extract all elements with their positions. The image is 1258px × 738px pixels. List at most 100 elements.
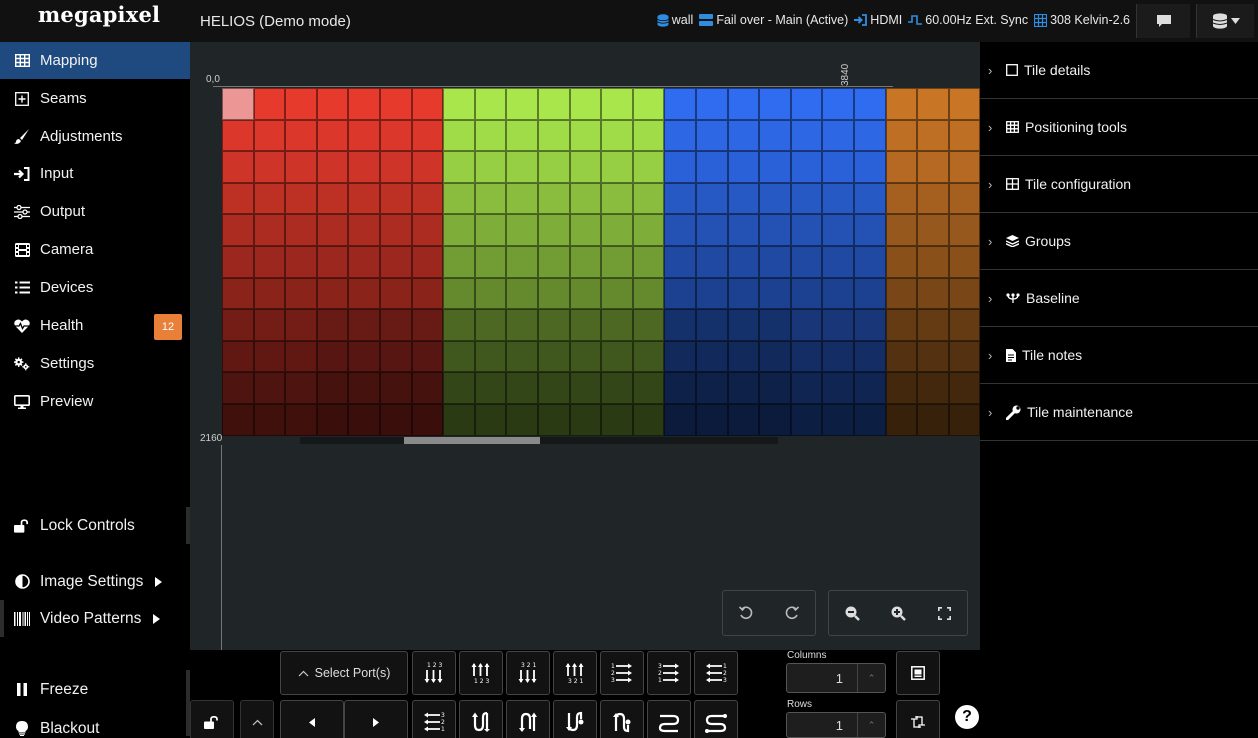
sidebar-item-mapping[interactable]: Mapping [0, 42, 190, 79]
redo-button[interactable] [769, 591, 815, 635]
sidebar-item-devices[interactable]: Devices [0, 269, 190, 306]
led-tile[interactable] [380, 277, 412, 310]
led-tile[interactable] [632, 119, 665, 152]
led-tile[interactable] [443, 372, 475, 404]
led-tile[interactable] [348, 214, 380, 246]
led-tile[interactable] [948, 214, 980, 246]
led-tile[interactable] [822, 151, 854, 183]
led-tile[interactable] [664, 404, 696, 436]
led-tile[interactable] [696, 119, 728, 152]
led-tile[interactable] [948, 277, 980, 310]
led-tile[interactable] [253, 340, 286, 373]
video-patterns-menu[interactable]: Video Patterns [0, 600, 190, 637]
led-tile[interactable] [727, 277, 760, 310]
led-tile[interactable] [285, 372, 317, 404]
led-tile[interactable] [759, 340, 791, 373]
led-tile[interactable] [790, 340, 823, 373]
led-tile[interactable] [696, 182, 728, 215]
led-tile[interactable] [948, 372, 980, 404]
help-button[interactable]: ? [955, 705, 979, 729]
led-tile[interactable] [348, 372, 380, 404]
led-tile[interactable] [253, 277, 286, 310]
led-tile[interactable] [411, 309, 444, 341]
led-tile[interactable] [253, 309, 286, 341]
led-tile[interactable] [474, 119, 507, 152]
led-tile[interactable] [348, 340, 380, 373]
led-tile[interactable] [790, 309, 823, 341]
collapse-toolbar-button[interactable] [240, 700, 274, 738]
led-tile[interactable] [885, 88, 918, 120]
led-tile[interactable] [443, 214, 475, 246]
led-tile[interactable] [727, 340, 760, 373]
snake-up-down-alt-button[interactable] [600, 700, 644, 738]
led-tile[interactable] [885, 372, 918, 404]
led-tile[interactable] [822, 404, 854, 436]
led-tile[interactable] [601, 119, 633, 152]
led-tile[interactable] [727, 88, 760, 120]
led-tile[interactable] [885, 151, 918, 183]
led-tile[interactable] [253, 182, 286, 215]
led-tile[interactable] [790, 151, 823, 183]
led-tile[interactable] [790, 404, 823, 436]
led-tile[interactable] [759, 214, 791, 246]
led-tile[interactable] [222, 151, 254, 183]
led-tile[interactable] [854, 119, 886, 152]
led-tile[interactable] [727, 404, 760, 436]
led-tile[interactable] [316, 182, 349, 215]
led-tile[interactable] [538, 246, 570, 278]
led-tile[interactable] [285, 151, 317, 183]
led-tile[interactable] [948, 309, 980, 341]
led-tile[interactable] [601, 182, 633, 215]
led-tile[interactable] [948, 404, 980, 436]
led-tile[interactable] [348, 119, 380, 152]
led-wall[interactable] [222, 88, 980, 437]
led-tile[interactable] [948, 340, 980, 373]
led-tile[interactable] [917, 340, 949, 373]
led-tile[interactable] [696, 88, 728, 120]
led-tile[interactable] [632, 151, 665, 183]
led-tile[interactable] [854, 214, 886, 246]
led-tile[interactable] [380, 151, 412, 183]
led-tile[interactable] [885, 119, 918, 152]
led-tile[interactable] [443, 277, 475, 310]
led-tile[interactable] [443, 88, 475, 120]
led-tile[interactable] [569, 151, 602, 183]
led-tile[interactable] [664, 277, 696, 310]
led-tile[interactable] [411, 277, 444, 310]
route-down-123-button[interactable]: 1 2 3 [412, 651, 456, 695]
led-tile[interactable] [822, 309, 854, 341]
columns-stepper[interactable]: ⌃ [857, 664, 885, 692]
led-tile[interactable] [506, 119, 538, 152]
led-tile[interactable] [506, 214, 538, 246]
led-tile[interactable] [474, 372, 507, 404]
led-tile[interactable] [854, 404, 886, 436]
snake-down-up-alt-button[interactable] [553, 700, 597, 738]
led-tile[interactable] [411, 214, 444, 246]
led-tile[interactable] [316, 246, 349, 278]
led-tile[interactable] [569, 182, 602, 215]
select-ports-button[interactable]: Select Port(s) [280, 651, 408, 695]
led-tile[interactable] [632, 88, 665, 120]
led-tile[interactable] [601, 404, 633, 436]
led-tile[interactable] [506, 151, 538, 183]
led-tile[interactable] [601, 340, 633, 373]
led-tile[interactable] [474, 246, 507, 278]
led-tile[interactable] [696, 214, 728, 246]
led-tile[interactable] [443, 151, 475, 183]
led-tile[interactable] [696, 340, 728, 373]
led-tile[interactable] [601, 246, 633, 278]
led-tile[interactable] [601, 88, 633, 120]
image-settings-menu[interactable]: Image Settings [0, 563, 190, 600]
led-tile[interactable] [285, 309, 317, 341]
led-tile[interactable] [348, 246, 380, 278]
led-tile[interactable] [316, 404, 349, 436]
fit-screen-button[interactable] [921, 591, 967, 635]
led-tile[interactable] [222, 404, 254, 436]
snake-horizontal-reverse-button[interactable] [694, 700, 738, 738]
led-tile[interactable] [790, 88, 823, 120]
led-tile[interactable] [948, 88, 980, 120]
section-tile-configuration[interactable]: › Tile configuration [980, 156, 1258, 213]
led-tile[interactable] [790, 372, 823, 404]
section-groups[interactable]: › Groups [980, 213, 1258, 270]
led-tile[interactable] [569, 246, 602, 278]
